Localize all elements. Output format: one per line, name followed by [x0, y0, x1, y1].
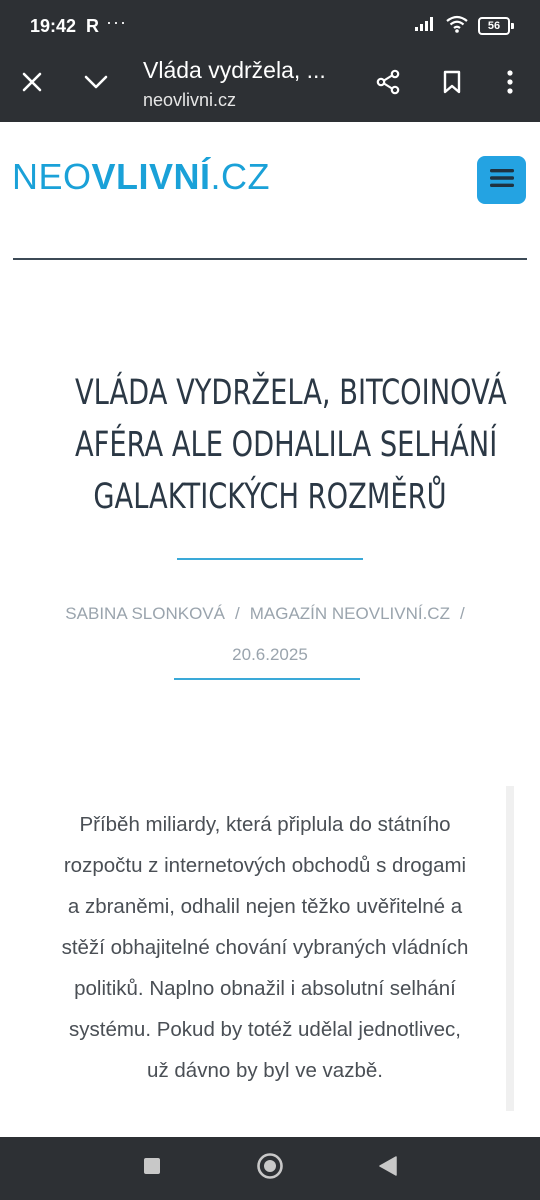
lead-line: Příběh miliardy, která připlula do státn… — [79, 813, 451, 836]
meta-divider — [174, 678, 360, 680]
status-icons: 56 — [414, 15, 514, 37]
article-meta: SABINA SLONKOVÁ / MAGAZÍN NEOVLIVNÍ.CZ / 20… — [30, 593, 510, 675]
battery-level: 56 — [478, 17, 510, 35]
share-button[interactable] — [366, 62, 410, 106]
wifi-icon — [446, 15, 468, 38]
status-r-indicator: R — [86, 16, 99, 36]
lead-line: stěží obhajitelné chování vybraných vlád… — [61, 936, 469, 959]
more-options-button[interactable] — [488, 62, 532, 106]
recent-apps-button[interactable] — [135, 1151, 169, 1185]
headline-line: VLÁDA VYDRŽELA, BITCOINOVÁ — [75, 373, 507, 413]
back-button[interactable] — [371, 1151, 405, 1185]
lead-line: politiků. Naplno obnažil i absolutní sel… — [74, 977, 456, 1000]
battery-icon: 56 — [478, 17, 514, 35]
article-category[interactable]: MAGAZÍN NEOVLIVNÍ.CZ — [250, 604, 450, 623]
headline-divider — [177, 558, 363, 560]
more-vertical-icon — [506, 69, 514, 99]
logo-suffix: .CZ — [210, 156, 271, 197]
hamburger-icon — [489, 167, 515, 194]
status-time: 19:42 — [30, 16, 77, 36]
headline-line: GALAKTICKÝCH ROZMĚRŮ — [93, 477, 447, 517]
home-button[interactable] — [253, 1151, 287, 1185]
home-circle-icon — [256, 1152, 284, 1185]
logo-bold: VLIVNÍ — [91, 156, 211, 197]
chevron-down-icon — [83, 74, 109, 95]
headline-line: AFÉRA ALE ODHALILA SELHÁNÍ — [75, 425, 498, 465]
lead-line: a zbraněmi, odhalil nejen těžko uvěřitel… — [67, 895, 463, 918]
signal-icon — [414, 16, 436, 37]
article-headline: VLÁDA VYDRŽELA, BITCOINOVÁ AFÉRA ALE ODH… — [75, 367, 507, 523]
minimize-button[interactable] — [74, 62, 118, 106]
back-triangle-icon — [378, 1155, 398, 1182]
lead-line: systému. Pokud by totéž udělal jednotliv… — [69, 1018, 461, 1041]
web-page: NEOVLIVNÍ.CZ VLÁDA VYDRŽELA, BITCOINOVÁ … — [0, 122, 540, 1137]
share-icon — [375, 69, 401, 100]
lead-line: už dávno by byl ve vazbě. — [147, 1059, 383, 1082]
header-divider — [13, 258, 527, 260]
menu-button[interactable] — [477, 156, 526, 204]
meta-separator: / — [234, 604, 240, 623]
status-more-indicator: ··· — [106, 12, 127, 32]
close-icon — [21, 71, 43, 98]
meta-separator: / — [459, 604, 465, 623]
site-logo[interactable]: NEOVLIVNÍ.CZ — [12, 156, 270, 198]
status-bar: 19:42 R ··· 56 — [0, 0, 540, 52]
close-tab-button[interactable] — [10, 62, 54, 106]
browser-toolbar: Vláda vydržela, ... neovlivni.cz — [0, 52, 540, 122]
article-author[interactable]: SABINA SLONKOVÁ — [65, 604, 225, 623]
bookmark-button[interactable] — [430, 62, 474, 106]
bookmark-icon — [442, 70, 462, 99]
page-url: neovlivni.cz — [143, 90, 237, 110]
page-title: Vláda vydržela, ... — [143, 57, 326, 83]
logo-light: NEO — [12, 156, 92, 197]
lead-line: rozpočtu z internetových obchodů s droga… — [63, 854, 467, 877]
square-icon — [143, 1157, 161, 1180]
system-navigation-bar — [0, 1137, 540, 1200]
article-lead: Příběh miliardy, která připlula do státn… — [20, 804, 510, 1091]
article-date: 20.6.2025 — [232, 645, 308, 664]
